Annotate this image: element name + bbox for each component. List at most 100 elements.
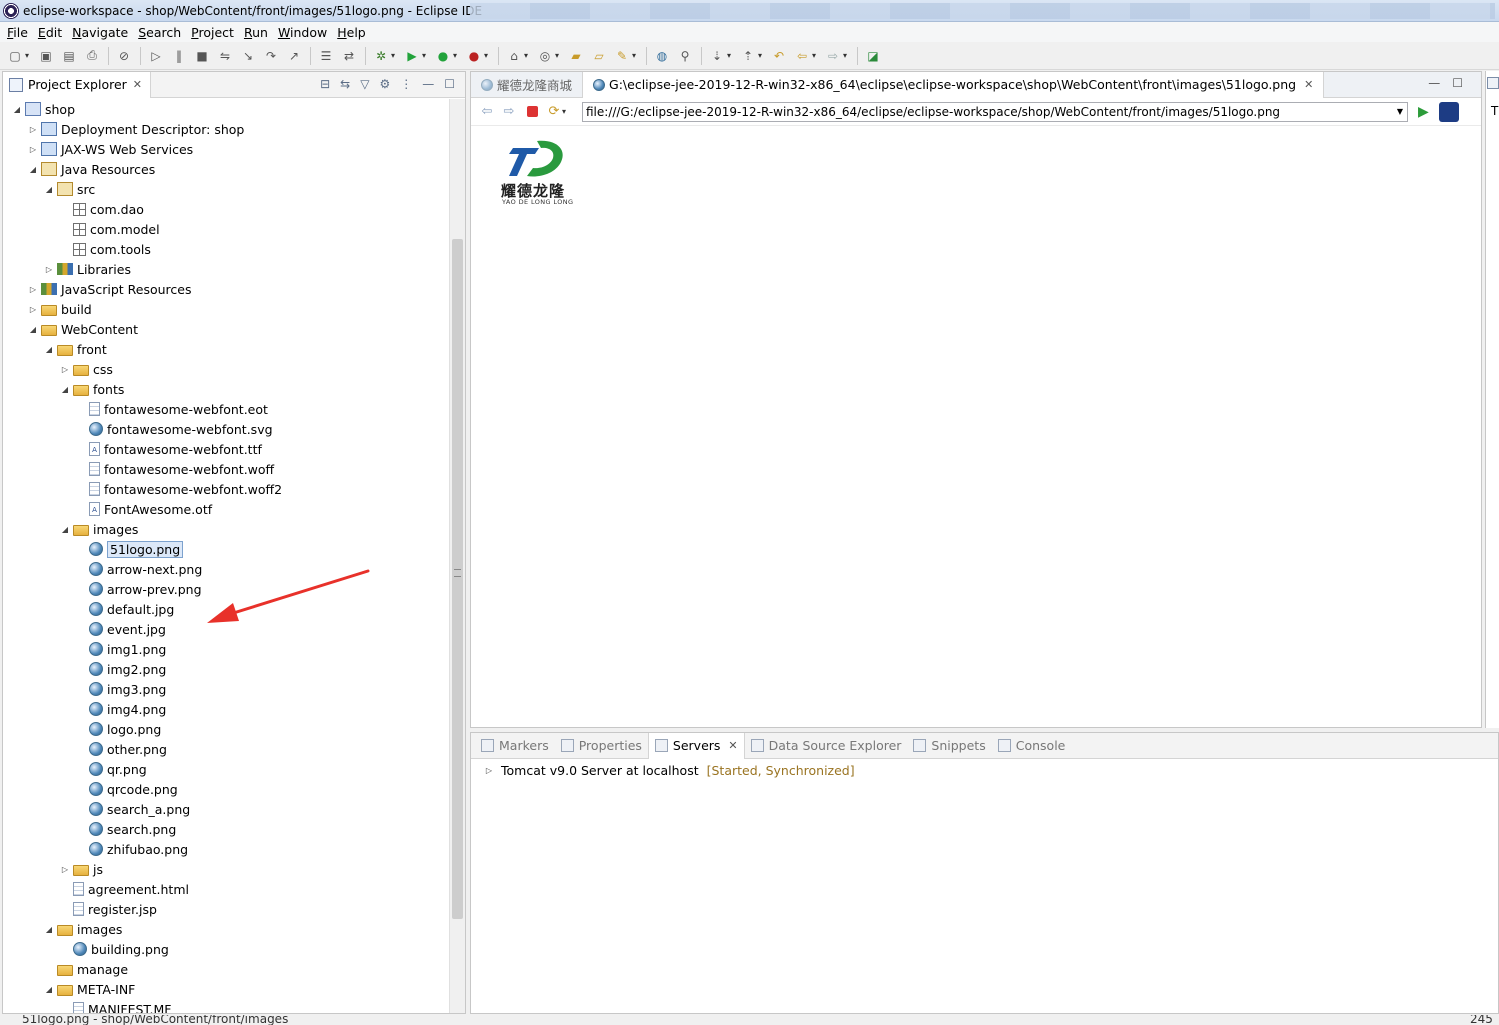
- tree-item[interactable]: ◢ shop: [11, 99, 75, 119]
- step-over-icon[interactable]: ↷: [262, 47, 280, 65]
- tab-snippets[interactable]: Snippets: [907, 733, 991, 759]
- tree-item[interactable]: ▷ JavaScript Resources: [27, 279, 192, 299]
- tree-item[interactable]: fontawesome-webfont.woff: [75, 459, 274, 479]
- minimize-icon[interactable]: —: [1428, 76, 1440, 90]
- tab-properties[interactable]: Properties: [555, 733, 648, 759]
- tree-item[interactable]: fontawesome-webfont.svg: [75, 419, 273, 439]
- refactor-icon[interactable]: ⇄: [340, 47, 358, 65]
- menu-window[interactable]: Window: [273, 25, 332, 40]
- suspend-icon[interactable]: ‖: [170, 47, 188, 65]
- menu-search[interactable]: Search: [133, 25, 186, 40]
- collapsed-twisty-icon[interactable]: ▷: [27, 145, 39, 154]
- menu-navigate[interactable]: Navigate: [67, 25, 133, 40]
- expanded-twisty-icon[interactable]: ◢: [11, 105, 23, 114]
- tree-item[interactable]: ◢ images: [43, 919, 123, 939]
- stop-icon[interactable]: [527, 106, 538, 117]
- url-field[interactable]: ▼: [582, 101, 1408, 122]
- tree-item[interactable]: ◢ images: [59, 519, 139, 539]
- tab-data-source-explorer[interactable]: Data Source Explorer: [745, 733, 908, 759]
- resume-icon[interactable]: ▷: [147, 47, 165, 65]
- tree-item[interactable]: ▷ js: [59, 859, 103, 879]
- prev-annotation-icon[interactable]: ⇡: [739, 47, 757, 65]
- tree-item[interactable]: ◢ Java Resources: [27, 159, 155, 179]
- coverage-dropdown-icon[interactable]: ▾: [453, 51, 461, 60]
- tree-item[interactable]: MANIFEST.MF: [59, 999, 172, 1013]
- back-icon[interactable]: ⇦: [793, 47, 811, 65]
- pen-dropdown-icon[interactable]: ▾: [632, 51, 640, 60]
- expanded-twisty-icon[interactable]: ◢: [27, 325, 39, 334]
- tree-item[interactable]: A FontAwesome.otf: [75, 499, 212, 519]
- focus-icon[interactable]: ⚙: [379, 77, 390, 91]
- minimize-icon[interactable]: —: [422, 77, 434, 91]
- next-annotation-icon[interactable]: ⇣: [708, 47, 726, 65]
- tree-item[interactable]: ◢ META-INF: [43, 979, 135, 999]
- new-icon[interactable]: ▢: [6, 47, 24, 65]
- terminate-icon[interactable]: ■: [193, 47, 211, 65]
- tree-item[interactable]: search_a.png: [75, 799, 190, 819]
- last-edit-icon[interactable]: ↶: [770, 47, 788, 65]
- tree-item[interactable]: img1.png: [75, 639, 166, 659]
- tree-item[interactable]: fontawesome-webfont.eot: [75, 399, 268, 419]
- menu-run[interactable]: Run: [239, 25, 273, 40]
- outline-icon[interactable]: [1487, 77, 1499, 89]
- chevron-down-icon[interactable]: ▼: [1397, 107, 1403, 116]
- tree-item[interactable]: ◢ src: [43, 179, 95, 199]
- tree-item[interactable]: Afontawesome-webfont.ttf: [75, 439, 262, 459]
- tree-item[interactable]: com.tools: [59, 239, 151, 259]
- print-icon[interactable]: ⎙: [83, 47, 101, 65]
- expanded-twisty-icon[interactable]: ◢: [43, 985, 55, 994]
- back-icon[interactable]: ⇦: [477, 104, 497, 119]
- expanded-twisty-icon[interactable]: ◢: [59, 385, 71, 394]
- tree-item[interactable]: ▷ build: [27, 299, 92, 319]
- tree-item[interactable]: com.model: [59, 219, 160, 239]
- tree-item[interactable]: qr.png: [75, 759, 147, 779]
- next-annotation-dropdown-icon[interactable]: ▾: [727, 51, 735, 60]
- link-with-editor-icon[interactable]: ⇆: [340, 77, 350, 91]
- tree-item[interactable]: qrcode.png: [75, 779, 178, 799]
- external-tools-dropdown-icon[interactable]: ▾: [484, 51, 492, 60]
- chevron-right-icon[interactable]: ▷: [483, 766, 495, 775]
- save-icon[interactable]: ▣: [37, 47, 55, 65]
- tree-item[interactable]: com.dao: [59, 199, 144, 219]
- tree-item[interactable]: img3.png: [75, 679, 166, 699]
- open-task-icon[interactable]: ☰: [317, 47, 335, 65]
- go-icon[interactable]: ▶: [1418, 104, 1429, 120]
- save-all-icon[interactable]: ▤: [60, 47, 78, 65]
- tree-item[interactable]: building.png: [59, 939, 169, 959]
- close-icon[interactable]: ✕: [728, 739, 737, 752]
- tree-item[interactable]: ◢ front: [43, 339, 107, 359]
- tab-project-explorer[interactable]: Project Explorer ✕: [3, 71, 152, 98]
- close-icon[interactable]: ✕: [133, 78, 142, 91]
- refresh-icon[interactable]: ⟳: [544, 104, 564, 119]
- collapsed-twisty-icon[interactable]: ▷: [27, 285, 39, 294]
- refresh-dropdown-icon[interactable]: ▾: [562, 107, 570, 116]
- pen-icon[interactable]: ✎: [613, 47, 631, 65]
- menu-edit[interactable]: Edit: [33, 25, 67, 40]
- expanded-twisty-icon[interactable]: ◢: [27, 165, 39, 174]
- run-dropdown-icon[interactable]: ▾: [422, 51, 430, 60]
- tree-item[interactable]: zhifubao.png: [75, 839, 188, 859]
- tree-item[interactable]: manage: [43, 959, 128, 979]
- search-icon[interactable]: ⚲: [676, 47, 694, 65]
- menu-help[interactable]: Help: [332, 25, 371, 40]
- open-folder-icon[interactable]: ▱: [590, 47, 608, 65]
- scrollbar-thumb[interactable]: [452, 239, 463, 919]
- new-java-class-icon[interactable]: ◎: [536, 47, 554, 65]
- tab-console[interactable]: Console: [992, 733, 1072, 759]
- tree-item[interactable]: ◢ fonts: [59, 379, 124, 399]
- tree-item[interactable]: arrow-prev.png: [75, 579, 202, 599]
- tab-markers[interactable]: Markers: [475, 733, 555, 759]
- coverage-icon[interactable]: ●: [434, 47, 452, 65]
- tree-item[interactable]: logo.png: [75, 719, 161, 739]
- pin-editor-icon[interactable]: ◪: [864, 47, 882, 65]
- internal-browser-icon[interactable]: [1438, 101, 1459, 122]
- tree-item[interactable]: default.jpg: [75, 599, 174, 619]
- new-server-icon[interactable]: ⌂: [505, 47, 523, 65]
- maximize-icon[interactable]: ☐: [1452, 76, 1463, 90]
- menu-project[interactable]: Project: [186, 25, 239, 40]
- expanded-twisty-icon[interactable]: ◢: [43, 925, 55, 934]
- tree-item[interactable]: img2.png: [75, 659, 166, 679]
- maximize-icon[interactable]: ☐: [444, 77, 455, 91]
- collapse-all-icon[interactable]: ⊟: [320, 77, 330, 91]
- collapsed-twisty-icon[interactable]: ▷: [59, 365, 71, 374]
